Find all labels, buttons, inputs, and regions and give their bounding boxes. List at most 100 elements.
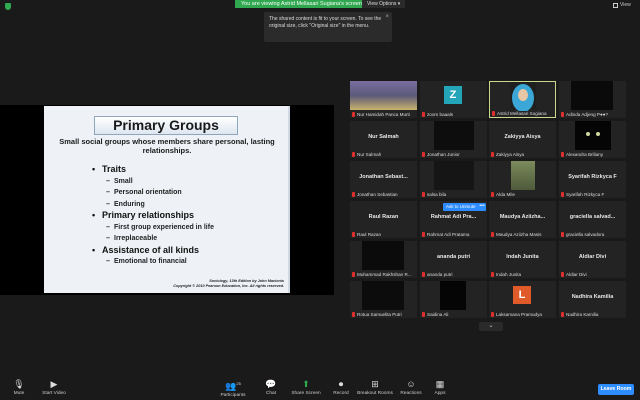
participant-video [511, 161, 535, 190]
reactions-button[interactable]: ☺ Reactions [398, 375, 424, 400]
participant-tile[interactable]: ananda putri ananda putri [420, 241, 487, 278]
participant-video [575, 121, 611, 150]
participant-tile[interactable]: graciella salvad... graciella salvadora [559, 201, 626, 238]
mute-button[interactable]: 🎙 Mute [8, 375, 30, 400]
reactions-label: Reactions [400, 391, 422, 396]
muted-mic-icon [561, 272, 564, 277]
participant-tile[interactable]: Rotua Samuelita Putri [350, 281, 417, 318]
participant-label-text: Laksamana Pramudya [496, 312, 542, 317]
participant-label: Muhammad Rakhshan R... [352, 272, 412, 277]
record-button[interactable]: ⏺ Record [330, 375, 352, 400]
top-bar: You are viewing Astrid Mellasari Sugiana… [0, 0, 640, 10]
participant-label: Nur Salmah [352, 152, 381, 157]
participant-video [350, 81, 417, 110]
leave-room-button[interactable]: Leave Room [598, 384, 634, 395]
participant-tile[interactable]: Aldiar Divi Aldiar Divi [559, 241, 626, 278]
participant-tile[interactable]: salsa bila [420, 161, 487, 198]
screen-share-banner: You are viewing Astrid Mellasari Sugiana… [235, 0, 368, 8]
sub-bullet: Emotional to financial [102, 256, 214, 268]
participant-tile[interactable]: Jonathan Sebast... Jonathan Sebastian [350, 161, 417, 198]
participant-name: Rahmat Adi Pra... [430, 214, 477, 220]
participant-name: Jonathan Sebast... [359, 174, 408, 180]
muted-mic-icon [352, 312, 355, 317]
sub-bullet: First group experienced in life [102, 222, 214, 234]
participant-label-text: Zakiyya Aisya [496, 152, 525, 157]
participants-icon: 👥25 [225, 381, 241, 391]
close-icon[interactable]: × [385, 14, 389, 21]
participant-name: Aldiar Divi [578, 254, 607, 260]
reactions-icon: ☺ [406, 379, 416, 389]
participant-label: Jonathan Sebastian [352, 192, 398, 197]
view-button[interactable]: View [613, 2, 631, 8]
muted-mic-icon [561, 112, 564, 117]
participant-tile[interactable]: Indah Junita Indah Junita [489, 241, 556, 278]
participant-tile[interactable]: Jonathan Junior [420, 121, 487, 158]
participant-tile[interactable]: Syarifah Rizkyca F Syarifah Rizkyca F [559, 161, 626, 198]
participant-tile[interactable]: Alda Mile [489, 161, 556, 198]
participant-tile[interactable]: Nur Salmah Nur Salmah [350, 121, 417, 158]
participant-name: Nadhira Kamilia [571, 294, 614, 300]
muted-mic-icon [422, 272, 425, 277]
view-options-button[interactable]: View Options ▾ [362, 0, 406, 8]
participant-video: Z [444, 86, 462, 104]
participant-tile[interactable]: Muhammad Rakhshan R... [350, 241, 417, 278]
participant-label-text: zoom baaals [427, 112, 454, 117]
participant-tile[interactable]: Raul Razan Raul Razan [350, 201, 417, 238]
muted-mic-icon [422, 192, 425, 197]
participant-tile[interactable]: Astrid Mellasari Sugiana [489, 81, 556, 118]
apps-icon: ▦ [435, 379, 445, 389]
share-screen-label: Share Screen [291, 391, 321, 396]
participant-label: Nadhira Kamilia [561, 312, 598, 317]
participant-tile[interactable]: Adinda Adjeng P●●? [559, 81, 626, 118]
participant-label-text: Alexandra Briliany [566, 152, 604, 157]
participant-label-text: ananda putri [427, 272, 453, 277]
muted-mic-icon [422, 112, 425, 117]
participant-tile[interactable]: Zakiyya Aisya Zakiyya Aisya [489, 121, 556, 158]
chat-button[interactable]: 💬 Chat [260, 375, 282, 400]
breakout-rooms-icon: ⊞ [371, 379, 379, 389]
video-camera-icon: ▶ [50, 379, 58, 389]
participants-button[interactable]: 👥25 Participants [218, 375, 248, 400]
muted-mic-icon [491, 152, 494, 157]
breakout-rooms-button[interactable]: ⊞ Breakout Rooms [355, 375, 395, 400]
participant-tile[interactable]: Saidina Ali [420, 281, 487, 318]
participant-label-text: Indah Junita [496, 272, 522, 277]
participant-label: Astrid Mellasari Sugiana [492, 111, 547, 116]
participant-label: Jonathan Junior [422, 152, 460, 157]
participant-label-text: Jonathan Junior [427, 152, 460, 157]
participant-label-text: Nur Salmah [357, 152, 382, 157]
participant-tile[interactable]: Nur Hamidah Panca Murti [350, 81, 417, 118]
participant-label: graciella salvadora [561, 232, 604, 237]
sub-bullet: Small [102, 176, 214, 188]
ask-to-unmute-button[interactable]: Ask to Unmute [443, 203, 479, 211]
start-video-button[interactable]: ▶ Start Video [38, 375, 70, 400]
muted-mic-icon [422, 312, 425, 317]
participants-count: 25 [236, 381, 241, 386]
security-shield-icon[interactable] [5, 3, 11, 10]
share-screen-button[interactable]: ⬆ Share Screen [289, 375, 323, 400]
copyright-line: Copyright © 2010 Pearson Education, Inc.… [173, 284, 284, 288]
participant-label-text: Rahmat Adi Pratama [427, 232, 470, 237]
participant-tile[interactable]: Alexandra Briliany [559, 121, 626, 158]
participant-name: Maudya Aziizha... [499, 214, 546, 220]
muted-mic-icon [492, 111, 495, 116]
participant-label-text: Muhammad Rakhshan R... [357, 272, 412, 277]
participant-video [434, 121, 474, 150]
apps-label: Apps [434, 391, 446, 396]
participant-label: Syarifah Rizkyca F [561, 192, 604, 197]
participant-tile[interactable]: Zzoom baaals [420, 81, 487, 118]
slide-subtitle: Small social groups whose members share … [59, 137, 275, 155]
apps-button[interactable]: ▦ Apps [430, 375, 450, 400]
participant-label: Aldiar Divi [561, 272, 587, 277]
gallery-next-page-button[interactable]: ⌄ [479, 322, 503, 331]
participant-label-text: Rotua Samuelita Putri [357, 312, 402, 317]
shared-slide: Primary Groups Small social groups whose… [44, 106, 290, 293]
more-options-button[interactable]: ••• [478, 203, 486, 211]
participant-video [510, 82, 536, 112]
participant-tile[interactable]: Maudya Aziizha... Maudya Aziizha Masis [489, 201, 556, 238]
participant-label: Maudya Aziizha Masis [491, 232, 541, 237]
participant-tile[interactable]: L Laksamana Pramudya [489, 281, 556, 318]
participant-label-text: salsa bila [427, 192, 447, 197]
participant-label: Indah Junita [491, 272, 521, 277]
participant-tile[interactable]: Nadhira Kamilia Nadhira Kamilia [559, 281, 626, 318]
